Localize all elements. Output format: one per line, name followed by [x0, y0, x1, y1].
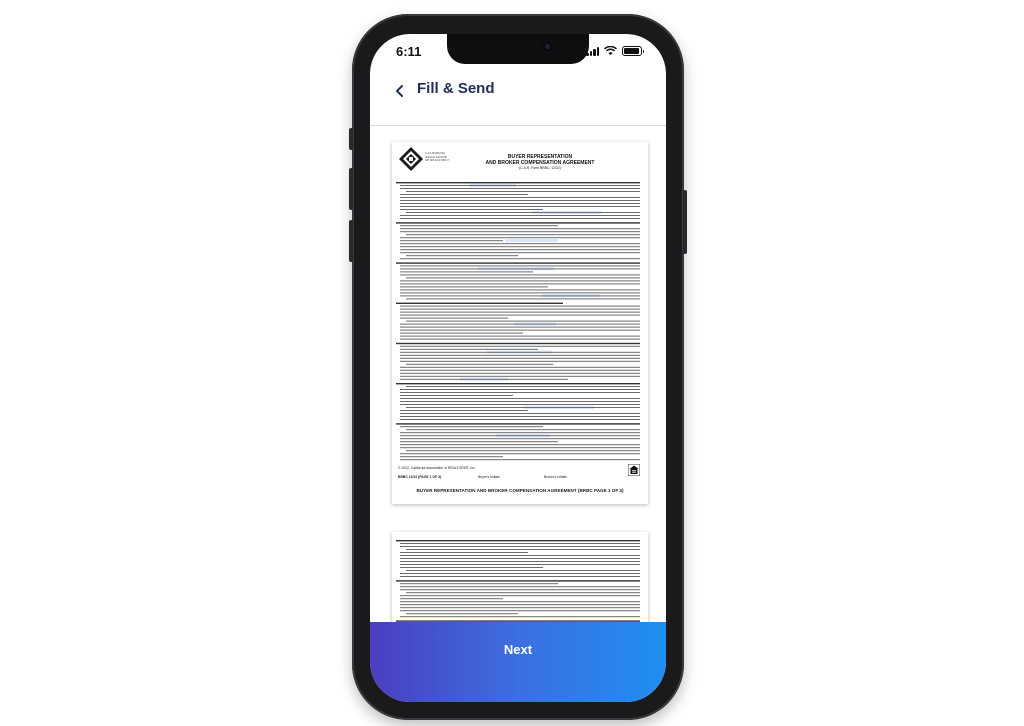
page-1-footer-title: BUYER REPRESENTATION AND BROKER COMPENSA…: [416, 488, 624, 493]
form-page-label: BRBC 12/22 (PAGE 1 OF 3): [398, 475, 442, 479]
document-page-2[interactable]: [392, 532, 648, 622]
back-chevron-icon[interactable]: [392, 82, 408, 100]
document-page-1[interactable]: CALIFORNIA ASSOCIATION OF REALTORS® BUYE…: [392, 142, 648, 504]
battery-icon: [622, 46, 644, 56]
status-time: 6:11: [396, 44, 422, 59]
notch: [447, 34, 589, 64]
volume-down-button: [349, 220, 353, 262]
next-button-label: Next: [503, 642, 533, 657]
status-icons: [586, 46, 644, 56]
page-1-text-block: [396, 182, 640, 461]
copyright-text: © 2022, California Association of REALTO…: [398, 466, 476, 470]
volume-up-button: [349, 168, 353, 210]
power-button: [683, 190, 687, 254]
page-2-text-block: [396, 540, 640, 622]
broker-initials-label: Broker's Initials: [544, 475, 567, 479]
buyer-initials-label: Buyer's Initials: [478, 475, 500, 479]
phone-screen: 6:11 Fill & Send CALIFORNIA ASSOCIATION …: [370, 34, 666, 702]
signal-icon: [586, 47, 599, 56]
silent-switch: [349, 128, 353, 150]
next-button[interactable]: Next: [370, 622, 666, 702]
equal-housing-icon: [628, 464, 640, 476]
document-viewer[interactable]: CALIFORNIA ASSOCIATION OF REALTORS® BUYE…: [370, 126, 666, 622]
wifi-icon: [604, 46, 617, 56]
camera-icon: [542, 41, 553, 52]
app-header: Fill & Send: [370, 72, 666, 112]
page-title: Fill & Send: [417, 80, 495, 97]
